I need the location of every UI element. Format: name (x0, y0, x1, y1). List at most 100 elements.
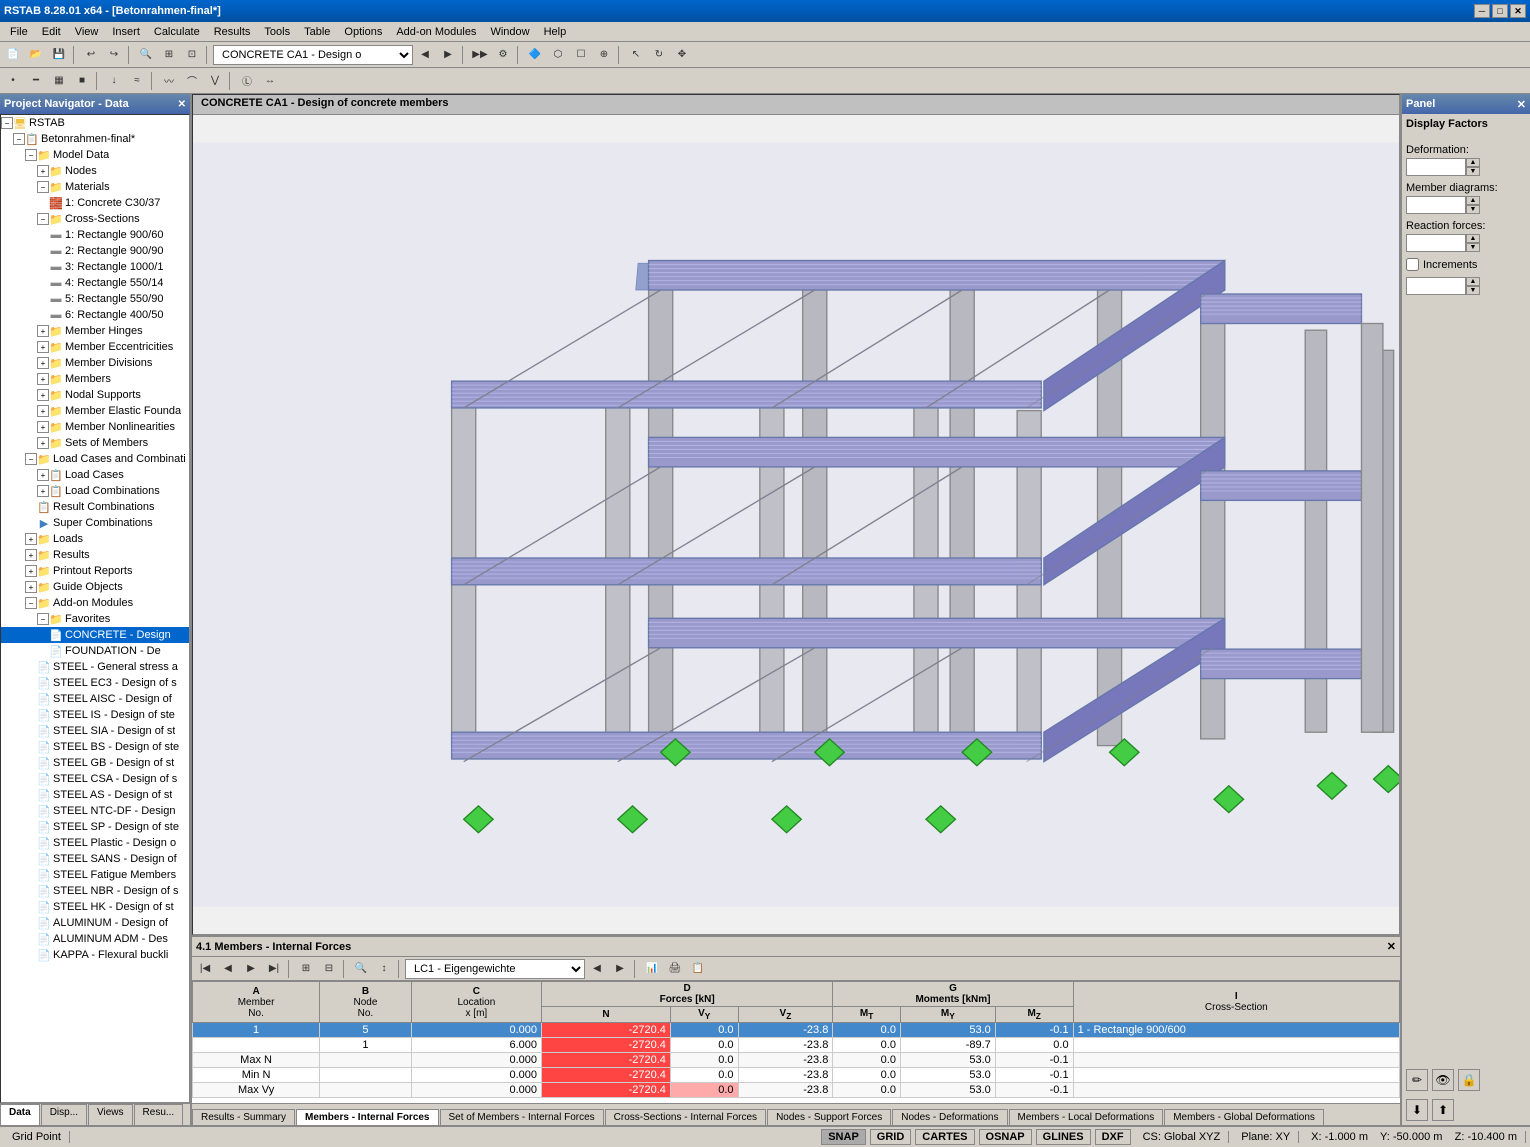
menu-file[interactable]: File (4, 24, 34, 40)
prev-button[interactable]: ◀ (414, 44, 436, 66)
expand-results[interactable]: + (25, 549, 37, 561)
tree-loads[interactable]: + 📁 Loads (1, 531, 189, 547)
navigator-close[interactable]: ✕ (178, 99, 186, 110)
expand-printout[interactable]: + (25, 565, 37, 577)
run-button[interactable]: ▶▶ (469, 44, 491, 66)
expand-nl[interactable]: + (37, 421, 49, 433)
design-dropdown[interactable]: CONCRETE CA1 - Design o (213, 45, 413, 65)
rf-up[interactable]: ▲ (1466, 234, 1480, 243)
tree-kappa[interactable]: 📄 KAPPA - Flexural buckli (1, 947, 189, 963)
tree-favorites[interactable]: − 📁 Favorites (1, 611, 189, 627)
dim-btn[interactable]: ↔ (259, 70, 281, 92)
rp-lock-btn[interactable]: 🔒 (1458, 1069, 1480, 1091)
tree-steel-csa[interactable]: 📄 STEEL CSA - Design of s (1, 771, 189, 787)
tree-aluminum[interactable]: 📄 ALUMINUM - Design of (1, 915, 189, 931)
tree-steel-ec3[interactable]: 📄 STEEL EC3 - Design of s (1, 675, 189, 691)
menu-calculate[interactable]: Calculate (148, 24, 206, 40)
menu-view[interactable]: View (69, 24, 105, 40)
minimize-button[interactable]: ─ (1474, 4, 1490, 18)
tree-foundation[interactable]: 📄 FOUNDATION - De (1, 643, 189, 659)
right-panel-close[interactable]: ✕ (1517, 98, 1526, 111)
tree-addon[interactable]: − 📁 Add-on Modules (1, 595, 189, 611)
save-button[interactable]: 💾 (48, 44, 70, 66)
bt-expand[interactable]: ⊞ (295, 958, 317, 980)
next-button[interactable]: ▶ (437, 44, 459, 66)
tree-steel-bs[interactable]: 📄 STEEL BS - Design of ste (1, 739, 189, 755)
tab-results-summary[interactable]: Results - Summary (192, 1109, 295, 1125)
expand-lc-comb[interactable]: + (37, 485, 49, 497)
tree-steel-sp[interactable]: 📄 STEEL SP - Design of ste (1, 819, 189, 835)
status-dxf[interactable]: DXF (1095, 1129, 1131, 1145)
shear-btn[interactable]: ⋁ (204, 70, 226, 92)
expand-elastic[interactable]: + (37, 405, 49, 417)
zoom-window-button[interactable]: ⊡ (181, 44, 203, 66)
menu-insert[interactable]: Insert (106, 24, 146, 40)
expand-cs[interactable]: − (37, 213, 49, 225)
pan-button[interactable]: ✥ (671, 44, 693, 66)
tab-views[interactable]: Views (88, 1104, 133, 1125)
expand-guide[interactable]: + (25, 581, 37, 593)
label-btn[interactable]: Ⓛ (236, 70, 258, 92)
hide-button[interactable]: ☐ (570, 44, 592, 66)
member-diagrams-input[interactable] (1406, 196, 1466, 214)
inc-up[interactable]: ▲ (1466, 277, 1480, 286)
tree-steel-is[interactable]: 📄 STEEL IS - Design of ste (1, 707, 189, 723)
rp-import-btn[interactable]: ⬆ (1432, 1099, 1454, 1121)
tree-nodalsupports[interactable]: + 📁 Nodal Supports (1, 387, 189, 403)
tree-lc-cases[interactable]: + 📋 Load Cases (1, 467, 189, 483)
surface-btn[interactable]: ▦ (48, 70, 70, 92)
open-button[interactable]: 📂 (25, 44, 47, 66)
tree-steel-hk[interactable]: 📄 STEEL HK - Design of st (1, 899, 189, 915)
tab-resu[interactable]: Resu... (134, 1104, 184, 1125)
status-glines[interactable]: GLINES (1036, 1129, 1091, 1145)
tree-steel-plastic[interactable]: 📄 STEEL Plastic - Design o (1, 835, 189, 851)
expand-materials[interactable]: − (37, 181, 49, 193)
status-osnap[interactable]: OSNAP (979, 1129, 1032, 1145)
view3d-button[interactable]: 🔷 (524, 44, 546, 66)
tab-members-global[interactable]: Members - Global Deformations (1164, 1109, 1324, 1125)
menu-edit[interactable]: Edit (36, 24, 67, 40)
tree-steel-sans[interactable]: 📄 STEEL SANS - Design of (1, 851, 189, 867)
tab-members-local[interactable]: Members - Local Deformations (1009, 1109, 1164, 1125)
tree-steel-ntc[interactable]: 📄 STEEL NTC-DF - Design (1, 803, 189, 819)
deformation-down[interactable]: ▼ (1466, 167, 1480, 176)
expand-root[interactable]: − (1, 117, 13, 129)
settings-button[interactable]: ⚙ (492, 44, 514, 66)
deform-btn[interactable]: 〰 (158, 70, 180, 92)
bt-last[interactable]: ▶| (263, 958, 285, 980)
load-btn[interactable]: ↓ (103, 70, 125, 92)
inc-down[interactable]: ▼ (1466, 286, 1480, 295)
tree-steel-aisc[interactable]: 📄 STEEL AISC - Design of (1, 691, 189, 707)
tree-cs2[interactable]: ▬ 2: Rectangle 900/90 (1, 243, 189, 259)
zoom-button[interactable]: 🔍 (135, 44, 157, 66)
expand-fav[interactable]: − (37, 613, 49, 625)
tree-sets[interactable]: + 📁 Sets of Members (1, 435, 189, 451)
rotate-button[interactable]: ↻ (648, 44, 670, 66)
tree-crosssections[interactable]: − 📁 Cross-Sections (1, 211, 189, 227)
tree-members[interactable]: + 📁 Members (1, 371, 189, 387)
tree-aluminum-adm[interactable]: 📄 ALUMINUM ADM - Des (1, 931, 189, 947)
tree-eccentricities[interactable]: + 📁 Member Eccentricities (1, 339, 189, 355)
bt-next[interactable]: ▶ (240, 958, 262, 980)
close-button[interactable]: ✕ (1510, 4, 1526, 18)
tree-nodes[interactable]: + 📁 Nodes (1, 163, 189, 179)
expand-modeldata[interactable]: − (25, 149, 37, 161)
tree-modeldata[interactable]: − 📁 Model Data (1, 147, 189, 163)
solid-btn[interactable]: ■ (71, 70, 93, 92)
tree-concrete[interactable]: 🧱 1: Concrete C30/37 (1, 195, 189, 211)
md-up[interactable]: ▲ (1466, 196, 1480, 205)
tab-nodes-deform[interactable]: Nodes - Deformations (892, 1109, 1007, 1125)
tab-disp[interactable]: Disp... (41, 1104, 87, 1125)
zoom-all-button[interactable]: ⊞ (158, 44, 180, 66)
expand-sets[interactable]: + (37, 437, 49, 449)
rp-export-btn[interactable]: ⬇ (1406, 1099, 1428, 1121)
expand-project[interactable]: − (13, 133, 25, 145)
tree-steel-general[interactable]: 📄 STEEL - General stress a (1, 659, 189, 675)
expand-lc[interactable]: − (25, 453, 37, 465)
tree-cs1[interactable]: ▬ 1: Rectangle 900/60 (1, 227, 189, 243)
bt-prev[interactable]: ◀ (217, 958, 239, 980)
tree-concrete-design[interactable]: 📄 CONCRETE - Design (1, 627, 189, 643)
tree-materials[interactable]: − 📁 Materials (1, 179, 189, 195)
bt-filter[interactable]: 🔍 (350, 958, 372, 980)
status-snap[interactable]: SNAP (821, 1129, 866, 1145)
